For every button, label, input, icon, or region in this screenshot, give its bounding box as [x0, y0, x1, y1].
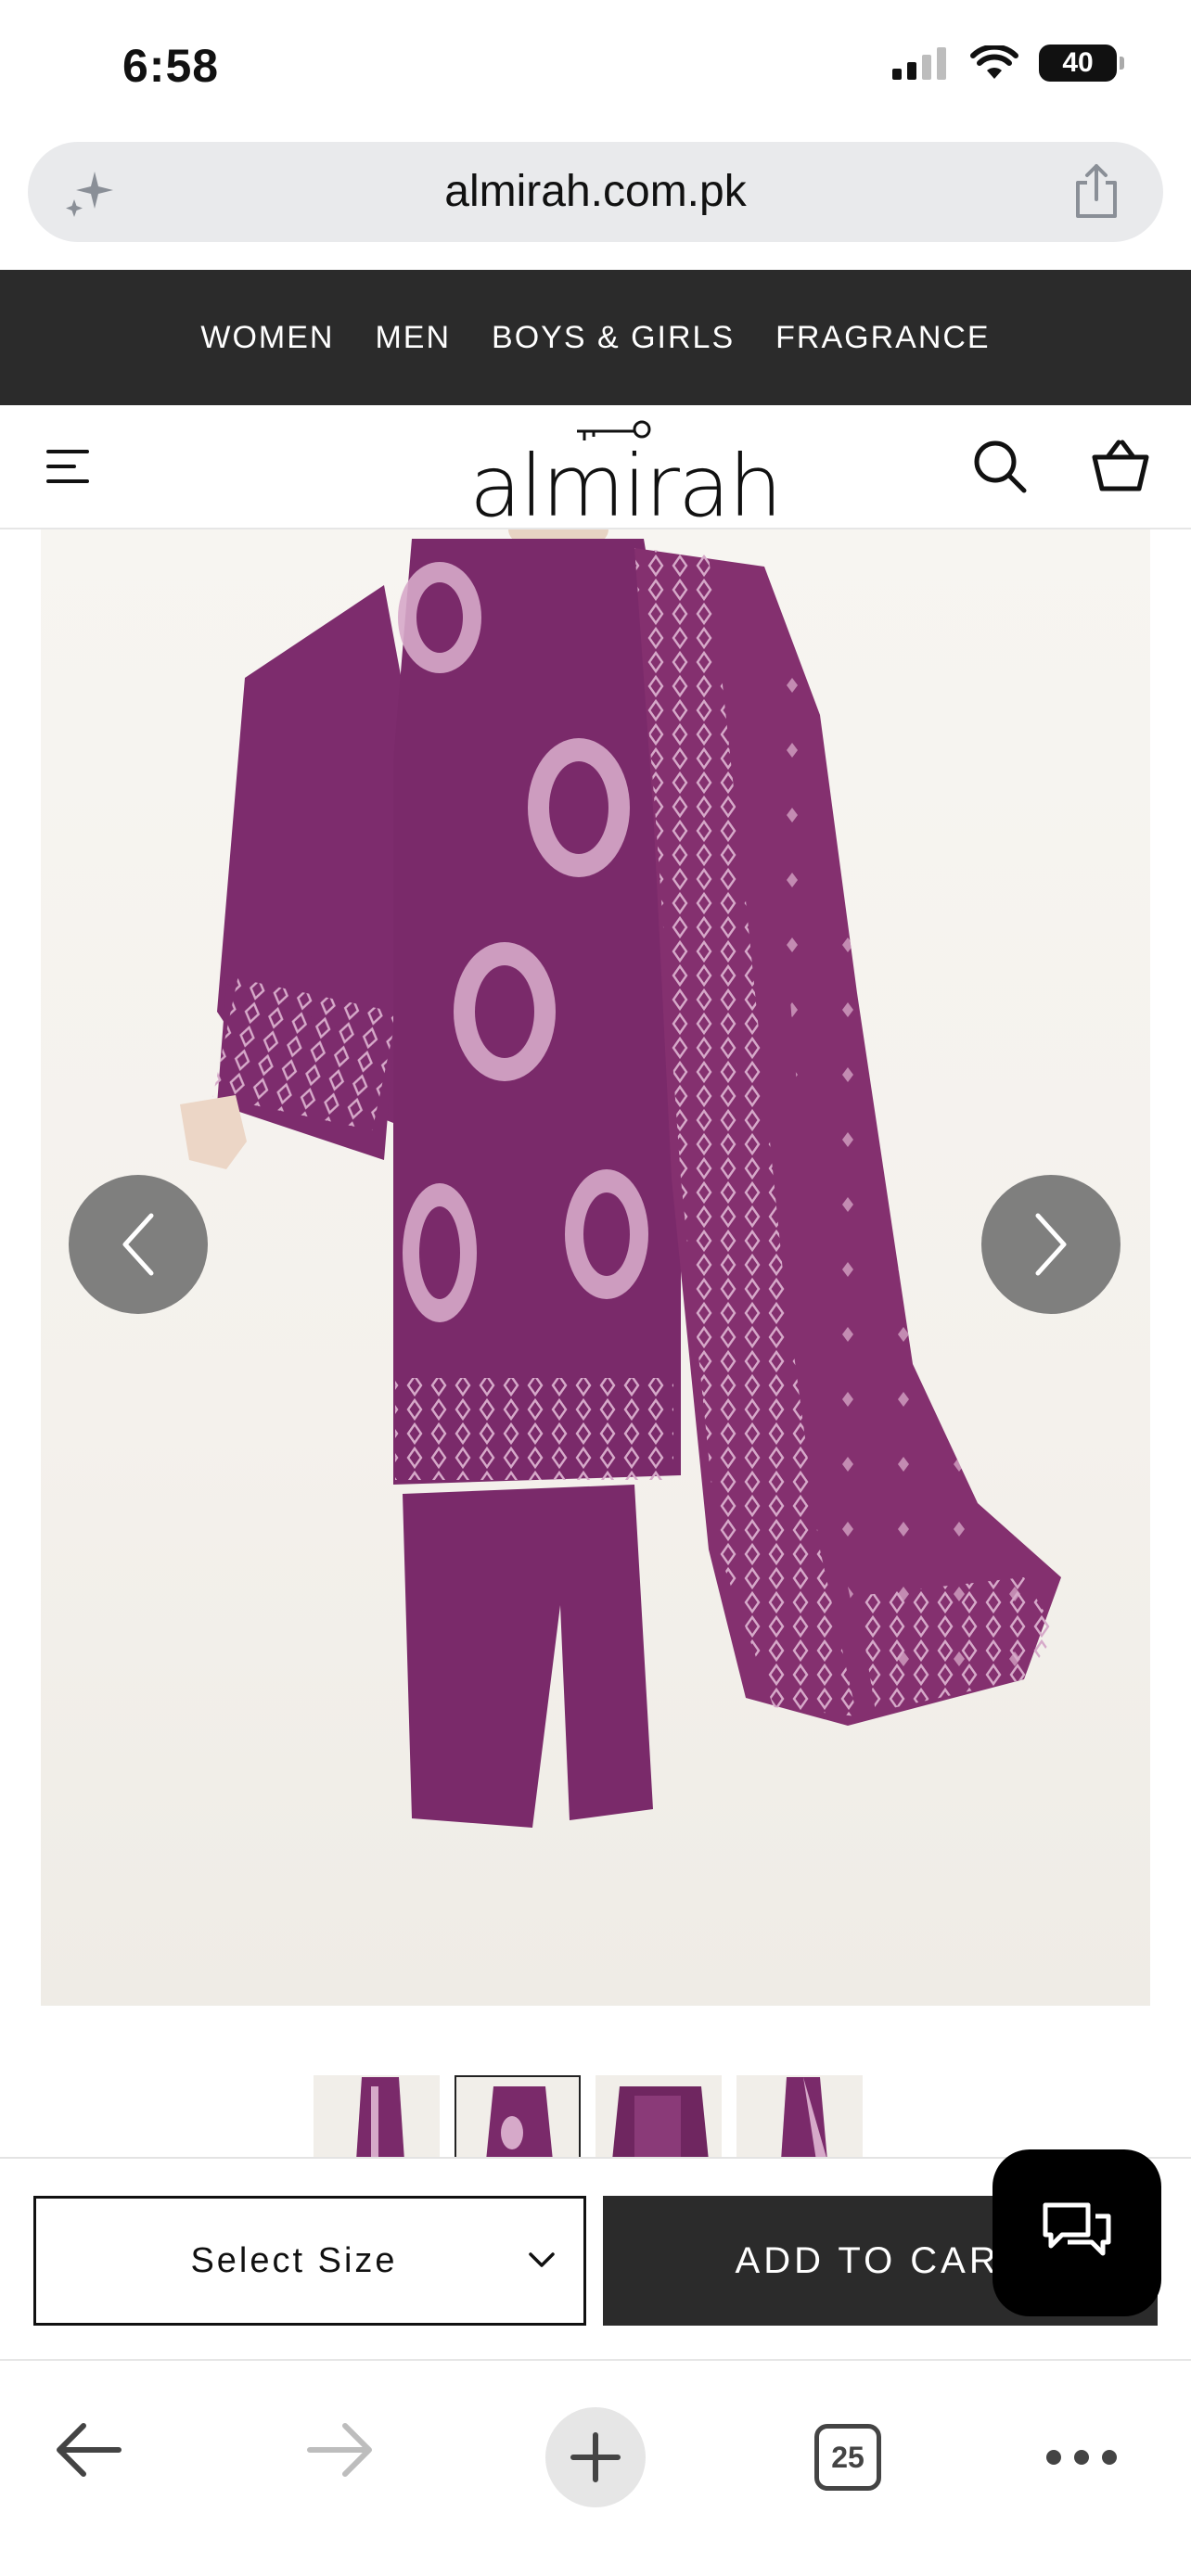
nav-item-fragrance[interactable]: FRAGRANCE [775, 320, 990, 356]
site-header: almirah [0, 405, 1191, 536]
cart-icon[interactable] [1091, 437, 1150, 496]
size-select-label: Select Size [190, 2241, 398, 2280]
size-select[interactable]: Select Size [33, 2196, 586, 2326]
nav-item-women[interactable]: WOMEN [200, 320, 334, 356]
status-icons: 40 [892, 45, 1124, 82]
address-bar[interactable]: almirah.com.pk [28, 142, 1163, 242]
chevron-left-icon [122, 1213, 154, 1276]
chevron-right-icon [1035, 1213, 1067, 1276]
status-bar: 6:58 40 [0, 0, 1191, 139]
cellular-signal-icon [892, 47, 946, 80]
dot [1074, 2450, 1089, 2465]
wifi-icon [970, 45, 1018, 79]
product-image[interactable] [41, 529, 1150, 2006]
back-arrow-icon[interactable] [54, 2420, 122, 2480]
thumbnail-1[interactable] [314, 2075, 440, 2159]
more-icon[interactable] [1046, 2450, 1117, 2465]
dot [1046, 2450, 1061, 2465]
previous-image-button[interactable] [69, 1175, 208, 1314]
thumbnail-image [356, 2077, 404, 2157]
browser-toolbar: 25 [0, 2359, 1191, 2576]
share-icon[interactable] [1070, 162, 1122, 220]
tabs-icon[interactable]: 25 [814, 2424, 881, 2491]
logo-text: almirah [469, 437, 783, 536]
chevron-down-icon [529, 2252, 555, 2267]
search-icon[interactable] [970, 437, 1030, 496]
thumbnail-strip [314, 2075, 863, 2159]
thumbnail-image [486, 2086, 553, 2157]
forward-arrow-icon[interactable] [306, 2420, 375, 2480]
status-time: 6:58 [122, 40, 220, 92]
category-nav: WOMEN MEN BOYS & GIRLS FRAGRANCE [0, 270, 1191, 405]
chat-button[interactable] [992, 2149, 1161, 2316]
next-image-button[interactable] [981, 1175, 1121, 1314]
battery-icon: 40 [1039, 45, 1124, 82]
thumbnail-3[interactable] [596, 2075, 722, 2159]
nav-item-men[interactable]: MEN [375, 320, 451, 356]
site-logo[interactable]: almirah [469, 418, 783, 536]
nav-item-boys-girls[interactable]: BOYS & GIRLS [492, 320, 735, 356]
url-text[interactable]: almirah.com.pk [28, 166, 1163, 217]
thumbnail-image [781, 2077, 827, 2157]
hamburger-menu-icon[interactable] [46, 446, 91, 487]
thumbnail-4[interactable] [736, 2075, 863, 2159]
new-tab-button[interactable] [545, 2407, 646, 2507]
dot [1102, 2450, 1117, 2465]
chat-bubbles-icon [1043, 2202, 1111, 2256]
plus-icon [570, 2432, 621, 2482]
product-photo [180, 529, 1061, 1828]
thumbnail-image [612, 2086, 709, 2157]
thumbnail-2[interactable] [455, 2075, 581, 2159]
